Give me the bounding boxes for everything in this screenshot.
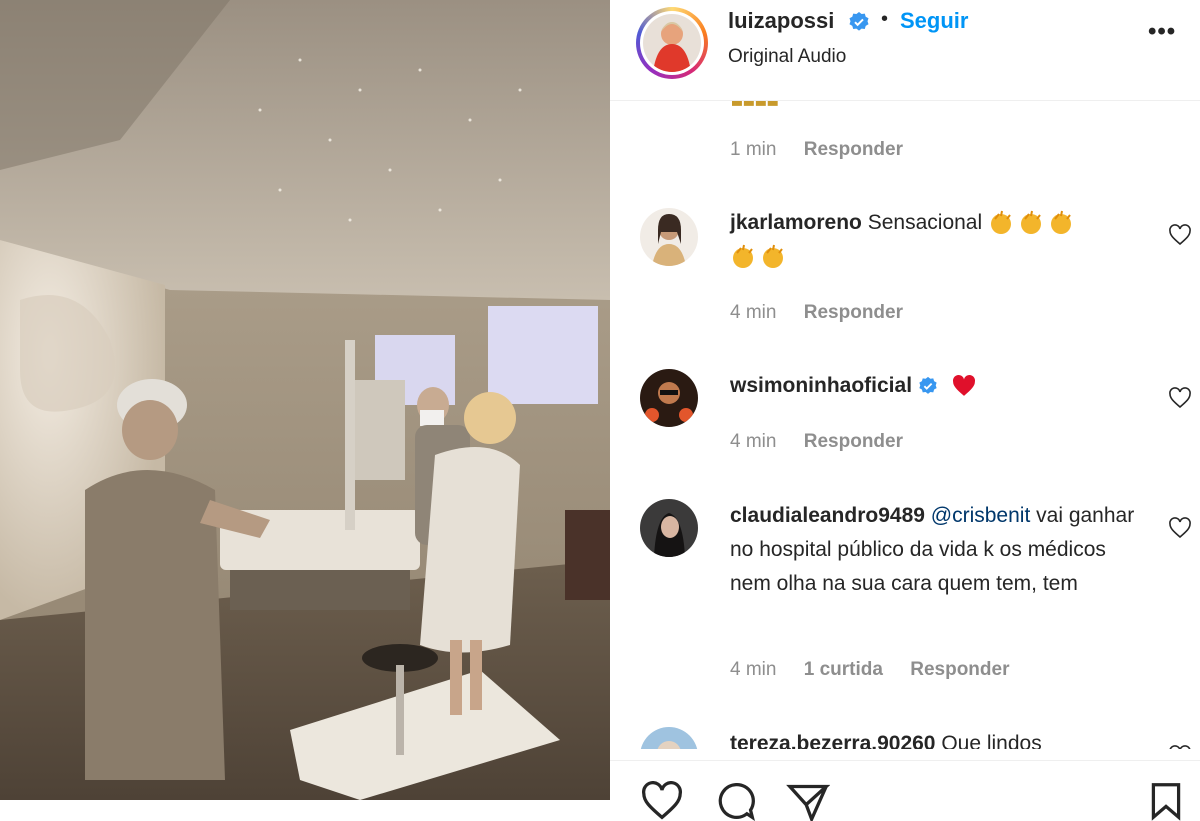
red-heart-icon xyxy=(952,375,975,397)
post-media[interactable] xyxy=(0,0,610,800)
post-username[interactable]: luizapossi xyxy=(728,8,834,34)
verified-badge-icon xyxy=(919,377,937,395)
comment-text: wsimoninhaoficial xyxy=(730,369,1150,403)
share-icon[interactable] xyxy=(786,781,830,821)
reply-button[interactable]: Responder xyxy=(804,139,903,160)
story-ring[interactable] xyxy=(636,7,708,79)
avatar[interactable] xyxy=(640,727,698,749)
comment-username[interactable]: tereza.bezerra.90260 xyxy=(730,732,935,749)
heart-outline-icon[interactable] xyxy=(1168,517,1192,539)
post-header: luizapossi • Seguir Original Audio ••• xyxy=(610,0,1200,101)
comment-username[interactable]: claudialeandro9489 xyxy=(730,504,925,527)
avatar[interactable] xyxy=(643,14,701,72)
like-count[interactable]: 1 curtida xyxy=(804,659,883,680)
reply-button[interactable]: Responder xyxy=(804,431,903,452)
save-icon[interactable] xyxy=(1148,781,1184,821)
comment-body: Que lindos xyxy=(941,732,1042,749)
comment-body: Sensacional xyxy=(867,211,983,234)
comment-time: 4 min xyxy=(730,659,777,680)
comment-icon[interactable] xyxy=(714,781,758,821)
audio-label[interactable]: Original Audio xyxy=(728,46,846,68)
heart-outline-icon[interactable] xyxy=(1168,745,1192,749)
more-options-icon[interactable]: ••• xyxy=(1148,18,1176,46)
comment-time: 4 min xyxy=(730,302,777,323)
mention-link[interactable]: @crisbenit xyxy=(931,504,1031,527)
clapping-hands-icon: ▀▀▀▀ xyxy=(732,101,780,113)
post-action-bar xyxy=(610,760,1200,821)
comment-time: 1 min xyxy=(730,139,777,160)
comment-time: 4 min xyxy=(730,431,777,452)
comment-username[interactable]: wsimoninhaoficial xyxy=(730,374,912,397)
heart-outline-icon[interactable] xyxy=(1168,224,1192,246)
reply-button[interactable]: Responder xyxy=(910,659,1009,680)
comment-list: ▀▀▀▀ 1 min Responder jkarlamoreno Sensac… xyxy=(610,101,1200,749)
comment-meta: 1 min Responder xyxy=(730,139,925,161)
comment-meta: 4 min 1 curtida Responder xyxy=(730,659,1031,681)
comments-panel: luizapossi • Seguir Original Audio ••• ▀… xyxy=(610,0,1200,821)
comment-meta: 4 min Responder xyxy=(730,302,925,324)
comment-meta: 4 min Responder xyxy=(730,431,925,453)
comment-text: tereza.bezerra.90260 Que lindos xyxy=(730,727,1150,749)
follow-button[interactable]: Seguir xyxy=(900,8,968,34)
comment-username[interactable]: jkarlamoreno xyxy=(730,211,862,234)
heart-outline-icon[interactable] xyxy=(1168,387,1192,409)
hospital-room-photo xyxy=(0,0,610,800)
avatar[interactable] xyxy=(640,499,698,557)
like-icon[interactable] xyxy=(640,781,684,821)
comment-text: claudialeandro9489 @crisbenit vai ganhar… xyxy=(730,499,1150,601)
verified-badge-icon xyxy=(848,11,870,38)
avatar[interactable] xyxy=(640,208,698,266)
reply-button[interactable]: Responder xyxy=(804,302,903,323)
avatar[interactable] xyxy=(640,369,698,427)
comment-text: jkarlamoreno Sensacional xyxy=(730,206,1150,274)
separator-dot: • xyxy=(881,8,889,30)
